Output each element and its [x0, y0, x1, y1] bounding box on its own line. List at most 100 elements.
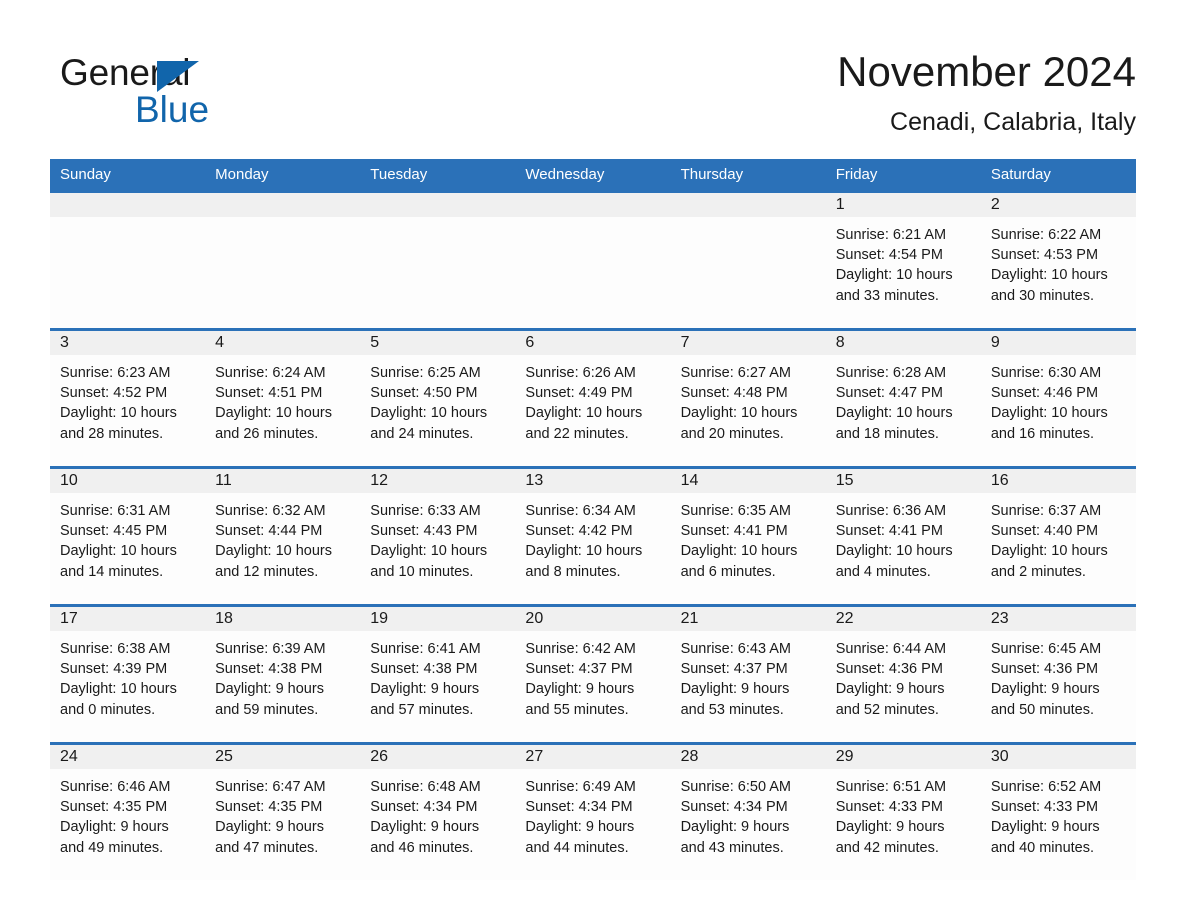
sunset-text: Sunset: 4:46 PM — [990, 385, 1099, 402]
daylight-text-line1: Daylight: 10 hours — [525, 543, 643, 560]
day-number: 6 — [515, 331, 671, 355]
calendar-day-cell[interactable]: 1 Sunrise: 6:21 AM Sunset: 4:54 PM Daylight… — [825, 190, 981, 330]
calendar-day-cell[interactable]: 19 Sunrise: 6:41 AM Sunset: 4:38 PM Dayligh… — [360, 604, 516, 744]
sunrise-text: Sunrise: 6:21 AM — [835, 227, 947, 243]
sunrise-text: Sunrise: 6:47 AM — [215, 779, 326, 795]
weekday-header-friday: Friday — [825, 159, 981, 192]
sunrise-text: Sunrise: 6:48 AM — [370, 779, 481, 795]
sunrise-text: Sunrise: 6:28 AM — [835, 365, 947, 381]
day-details: Sunrise: 6:47 AM Sunset: 4:35 PM Daylight:… — [205, 769, 360, 858]
calendar-day-cell[interactable]: 12 Sunrise: 6:33 AM Sunset: 4:43 PM Dayligh… — [360, 466, 516, 606]
daylight-text-line1: Daylight: 9 hours — [835, 819, 945, 836]
calendar-day-cell[interactable]: 14 Sunrise: 6:35 AM Sunset: 4:41 PM Dayligh… — [670, 466, 826, 606]
calendar-table: Sunday Monday Tuesday Wednesday Thursday… — [50, 159, 1136, 880]
sunrise-text: Sunrise: 6:35 AM — [680, 503, 791, 519]
daylight-text-line1: Daylight: 10 hours — [680, 405, 798, 422]
sunset-text: Sunset: 4:47 PM — [835, 385, 943, 402]
daylight-text-line1: Daylight: 9 hours — [990, 819, 1100, 836]
day-number: 7 — [670, 331, 826, 355]
calendar-day-cell-empty — [360, 190, 516, 330]
calendar-day-cell[interactable]: 30 Sunrise: 6:52 AM Sunset: 4:33 PM Dayligh… — [980, 742, 1136, 880]
calendar-day-cell[interactable]: 23 Sunrise: 6:45 AM Sunset: 4:36 PM Dayligh… — [980, 604, 1136, 744]
calendar-day-cell[interactable]: 20 Sunrise: 6:42 AM Sunset: 4:37 PM Dayligh… — [515, 604, 671, 744]
calendar-day-cell[interactable]: 29 Sunrise: 6:51 AM Sunset: 4:33 PM Dayligh… — [825, 742, 981, 880]
calendar-day-cell[interactable]: 15 Sunrise: 6:36 AM Sunset: 4:41 PM Dayligh… — [825, 466, 981, 606]
daylight-text-line2: and 47 minutes. — [215, 839, 319, 856]
calendar-day-cell[interactable]: 8 Sunrise: 6:28 AM Sunset: 4:47 PM Daylight… — [825, 328, 981, 468]
logo-text-blue: Blue — [135, 89, 210, 130]
calendar-day-cell[interactable]: 10 Sunrise: 6:31 AM Sunset: 4:45 PM Dayligh… — [50, 466, 206, 606]
calendar-day-cell[interactable]: 28 Sunrise: 6:50 AM Sunset: 4:34 PM Dayligh… — [670, 742, 826, 880]
calendar-day-cell[interactable]: 24 Sunrise: 6:46 AM Sunset: 4:35 PM Dayligh… — [50, 742, 206, 880]
daylight-text-line2: and 40 minutes. — [990, 839, 1095, 856]
sunset-text: Sunset: 4:34 PM — [370, 799, 478, 816]
day-details: Sunrise: 6:35 AM Sunset: 4:41 PM Daylight:… — [671, 493, 826, 582]
day-number: 29 — [825, 745, 981, 769]
sunrise-text: Sunrise: 6:43 AM — [680, 641, 791, 657]
daylight-text-line2: and 2 minutes. — [990, 563, 1086, 580]
sunset-text: Sunset: 4:45 PM — [60, 523, 168, 540]
daylight-text-line1: Daylight: 10 hours — [525, 405, 643, 422]
day-details: Sunrise: 6:38 AM Sunset: 4:39 PM Daylight:… — [50, 631, 205, 720]
day-details: Sunrise: 6:37 AM Sunset: 4:40 PM Daylight:… — [981, 493, 1136, 582]
day-details: Sunrise: 6:39 AM Sunset: 4:38 PM Daylight:… — [205, 631, 360, 720]
sunset-text: Sunset: 4:37 PM — [525, 661, 633, 678]
daylight-text-line2: and 42 minutes. — [835, 839, 939, 856]
day-number: 24 — [50, 745, 206, 769]
daylight-text-line2: and 12 minutes. — [215, 563, 319, 580]
day-number: 8 — [825, 331, 981, 355]
sunrise-text: Sunrise: 6:45 AM — [990, 641, 1102, 657]
calendar-day-cell[interactable]: 5 Sunrise: 6:25 AM Sunset: 4:50 PM Daylight… — [360, 328, 516, 468]
sunset-text: Sunset: 4:38 PM — [215, 661, 323, 678]
day-number: 27 — [515, 745, 671, 769]
day-number: 14 — [670, 469, 826, 493]
daylight-text-line1: Daylight: 10 hours — [60, 543, 177, 560]
sunset-text: Sunset: 4:35 PM — [60, 799, 168, 816]
day-details: Sunrise: 6:21 AM Sunset: 4:54 PM Daylight:… — [826, 217, 981, 306]
calendar-day-cell[interactable]: 9 Sunrise: 6:30 AM Sunset: 4:46 PM Daylight… — [980, 328, 1136, 468]
calendar-day-cell[interactable]: 17 Sunrise: 6:38 AM Sunset: 4:39 PM Dayligh… — [50, 604, 206, 744]
sunrise-text: Sunrise: 6:50 AM — [680, 779, 791, 795]
calendar-day-cell[interactable]: 2 Sunrise: 6:22 AM Sunset: 4:53 PM Daylight… — [980, 190, 1136, 330]
calendar-day-cell[interactable]: 6 Sunrise: 6:26 AM Sunset: 4:49 PM Daylight… — [515, 328, 671, 468]
calendar-day-cell[interactable]: 4 Sunrise: 6:24 AM Sunset: 4:51 PM Daylight… — [205, 328, 361, 468]
daylight-text-line2: and 20 minutes. — [680, 425, 784, 442]
calendar-day-cell[interactable]: 22 Sunrise: 6:44 AM Sunset: 4:36 PM Dayligh… — [825, 604, 981, 744]
day-number: 16 — [980, 469, 1136, 493]
sunset-text: Sunset: 4:41 PM — [835, 523, 943, 540]
sunset-text: Sunset: 4:40 PM — [990, 523, 1099, 540]
calendar-day-cell[interactable]: 16 Sunrise: 6:37 AM Sunset: 4:40 PM Dayligh… — [980, 466, 1136, 606]
day-number: 10 — [50, 469, 206, 493]
calendar-week-row: 24 Sunrise: 6:46 AM Sunset: 4:35 PM Dayligh… — [50, 742, 1136, 880]
sunrise-text: Sunrise: 6:33 AM — [370, 503, 481, 519]
day-details: Sunrise: 6:26 AM Sunset: 4:49 PM Daylight:… — [515, 355, 670, 444]
day-details: Sunrise: 6:23 AM Sunset: 4:52 PM Daylight:… — [50, 355, 205, 444]
daylight-text-line2: and 28 minutes. — [60, 425, 164, 442]
day-number: 20 — [515, 607, 671, 631]
calendar-day-cell[interactable]: 21 Sunrise: 6:43 AM Sunset: 4:37 PM Dayligh… — [670, 604, 826, 744]
calendar-day-cell[interactable]: 11 Sunrise: 6:32 AM Sunset: 4:44 PM Dayligh… — [205, 466, 361, 606]
calendar-day-cell[interactable]: 7 Sunrise: 6:27 AM Sunset: 4:48 PM Daylight… — [670, 328, 826, 468]
day-details: Sunrise: 6:44 AM Sunset: 4:36 PM Daylight:… — [826, 631, 981, 720]
day-details: Sunrise: 6:42 AM Sunset: 4:37 PM Daylight:… — [515, 631, 670, 720]
sunrise-text: Sunrise: 6:51 AM — [835, 779, 947, 795]
daylight-text-line1: Daylight: 10 hours — [370, 543, 488, 560]
daylight-text-line2: and 10 minutes. — [370, 563, 474, 580]
weekday-header-sunday: Sunday — [50, 159, 206, 192]
sunset-text: Sunset: 4:53 PM — [990, 247, 1099, 264]
calendar-day-cell[interactable]: 26 Sunrise: 6:48 AM Sunset: 4:34 PM Dayligh… — [360, 742, 516, 880]
sunrise-text: Sunrise: 6:31 AM — [60, 503, 171, 519]
sunrise-text: Sunrise: 6:41 AM — [370, 641, 481, 657]
sunrise-text: Sunrise: 6:32 AM — [215, 503, 326, 519]
daylight-text-line2: and 43 minutes. — [680, 839, 784, 856]
calendar-day-cell[interactable]: 27 Sunrise: 6:49 AM Sunset: 4:34 PM Dayligh… — [515, 742, 671, 880]
calendar-day-cell[interactable]: 13 Sunrise: 6:34 AM Sunset: 4:42 PM Dayligh… — [515, 466, 671, 606]
day-number: 3 — [50, 331, 206, 355]
day-number: 15 — [825, 469, 981, 493]
calendar-day-cell[interactable]: 3 Sunrise: 6:23 AM Sunset: 4:52 PM Daylight… — [50, 328, 206, 468]
daylight-text-line1: Daylight: 9 hours — [215, 681, 324, 698]
day-number: 23 — [980, 607, 1136, 631]
sunrise-text: Sunrise: 6:38 AM — [60, 641, 171, 657]
calendar-day-cell[interactable]: 25 Sunrise: 6:47 AM Sunset: 4:35 PM Dayligh… — [205, 742, 361, 880]
calendar-day-cell[interactable]: 18 Sunrise: 6:39 AM Sunset: 4:38 PM Dayligh… — [205, 604, 361, 744]
